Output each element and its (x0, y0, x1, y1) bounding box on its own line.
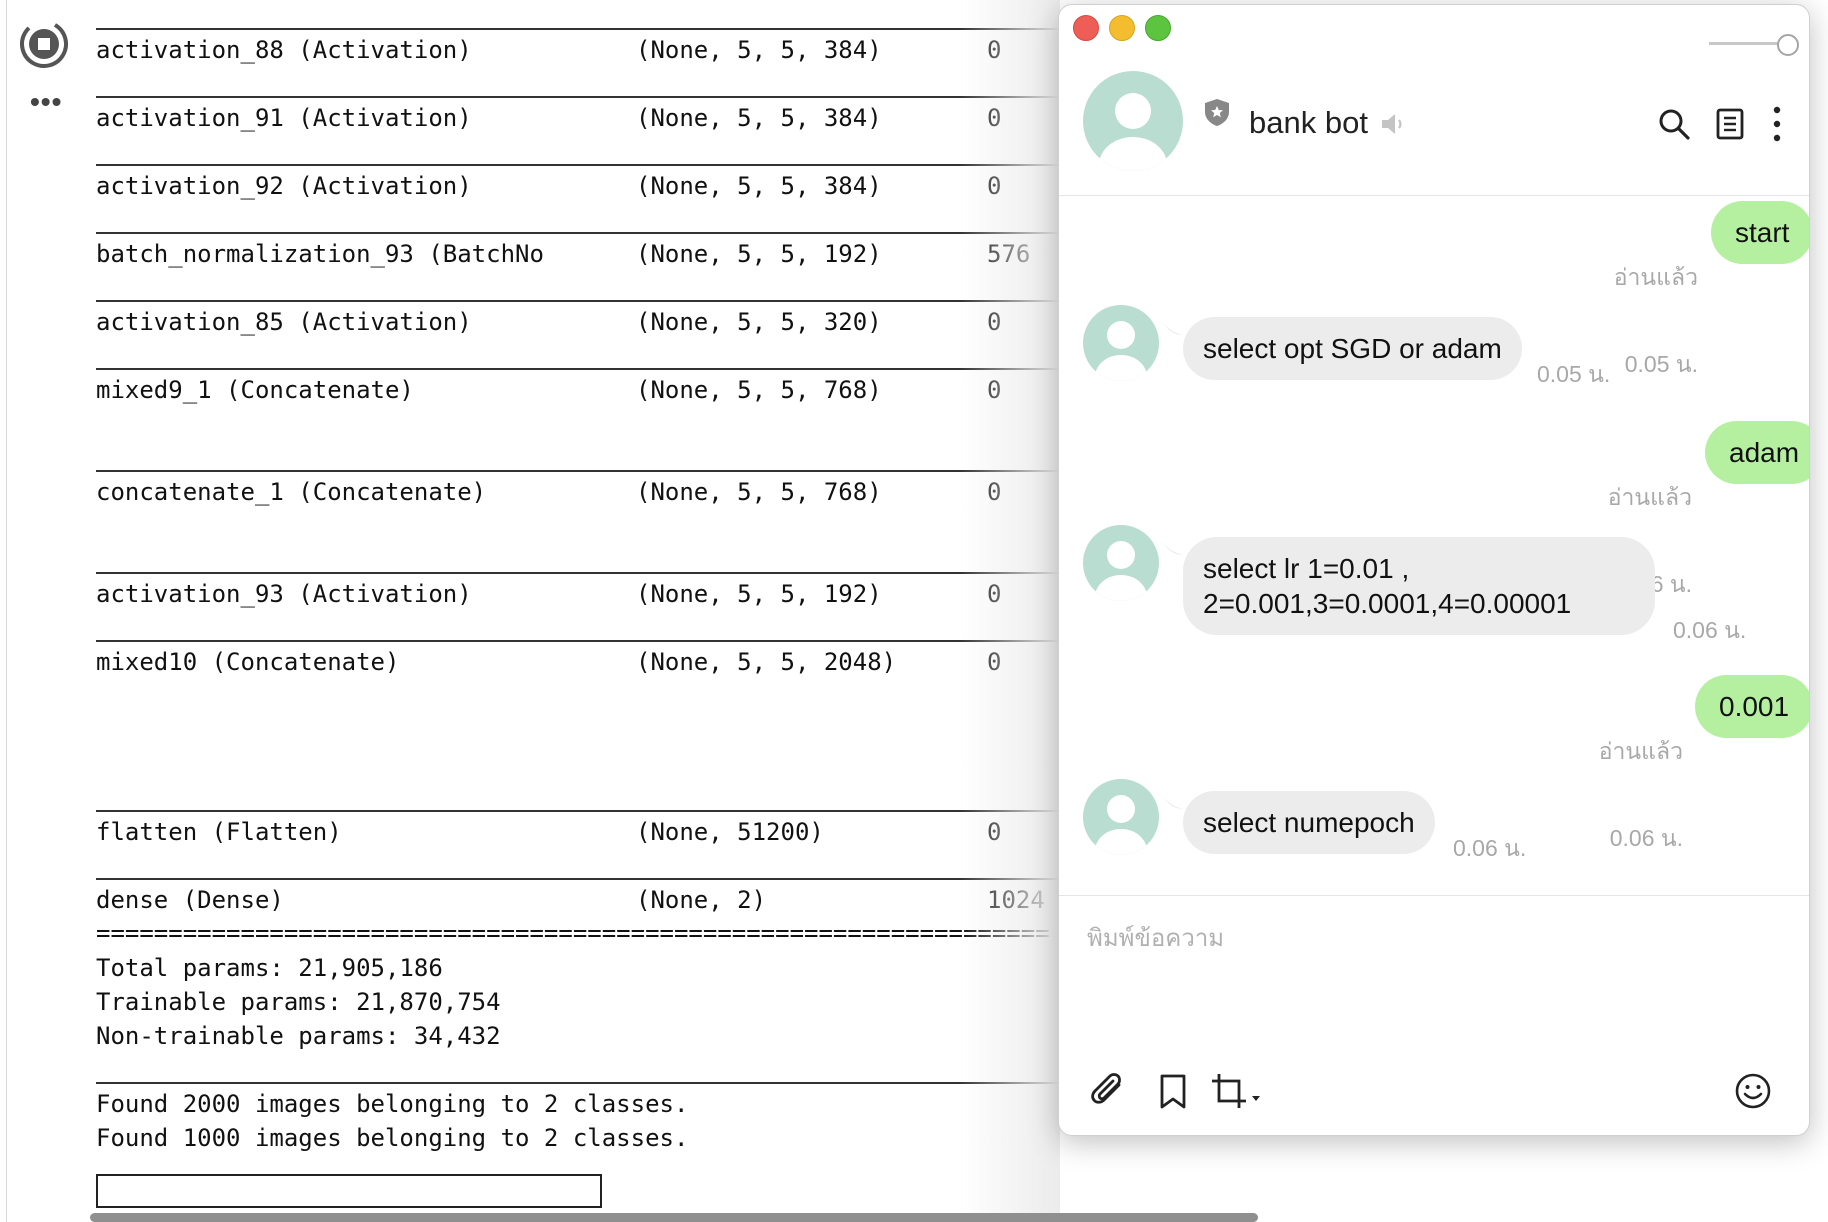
bubble-tail (1161, 539, 1183, 555)
table-row: activation_93 (Activation) (None, 5, 5, … (96, 577, 1001, 611)
table-row: activation_92 (Activation) (None, 5, 5, … (96, 169, 1001, 203)
read-receipt: อ่านแล้ว (1598, 738, 1683, 764)
layer-name: mixed9_1 (Concatenate) (96, 376, 414, 404)
table-row: mixed9_1 (Concatenate) (None, 5, 5, 768)… (96, 373, 1001, 407)
outgoing-message[interactable]: start (1711, 201, 1809, 264)
message-time: 0.06 น. (1673, 617, 1747, 643)
more-vertical-icon[interactable] (1771, 105, 1783, 143)
table-row: batch_normalization_93 (BatchNo (None, 5… (96, 237, 1030, 271)
table-row: flatten (Flatten) (None, 51200) 0 (96, 815, 1001, 849)
avatar[interactable] (1083, 779, 1159, 855)
layer-shape: (None, 5, 5, 768) (636, 478, 882, 506)
input-divider (1059, 895, 1809, 896)
table-divider (96, 572, 1060, 574)
speaker-icon[interactable] (1379, 111, 1407, 137)
shield-icon (1205, 99, 1229, 126)
layer-shape: (None, 5, 5, 2048) (636, 648, 897, 676)
table-divider (96, 96, 1060, 98)
layer-name: activation_93 (Activation) (96, 580, 472, 608)
layer-name: batch_normalization_93 (BatchNo (96, 240, 544, 268)
table-divider (96, 1082, 1060, 1084)
bookmark-icon[interactable] (1153, 1071, 1193, 1111)
search-icon[interactable] (1657, 107, 1691, 141)
layer-shape: (None, 51200) (636, 818, 824, 846)
incoming-message[interactable]: select opt SGD or adam (1183, 317, 1522, 380)
table-divider (96, 810, 1060, 812)
layer-shape: (None, 5, 5, 384) (636, 36, 882, 64)
ellipsis-icon[interactable]: ••• (30, 88, 62, 116)
layer-name: dense (Dense) (96, 886, 284, 914)
opacity-slider-knob[interactable] (1777, 34, 1799, 56)
paperclip-icon[interactable] (1089, 1071, 1129, 1111)
incoming-message[interactable]: select numepoch (1183, 791, 1435, 854)
read-receipt: อ่านแล้ว (1613, 264, 1698, 290)
bubble-tail (1775, 425, 1795, 441)
table-divider (96, 368, 1060, 370)
table-divider (96, 28, 1060, 30)
layer-shape: (None, 5, 5, 192) (636, 240, 882, 268)
cell-border (6, 0, 7, 1222)
read-receipt: อ่านแล้ว (1607, 484, 1692, 510)
incoming-message[interactable]: select lr 1=0.01 , 2=0.001,3=0.0001,4=0.… (1183, 537, 1655, 635)
stop-icon[interactable] (18, 18, 70, 70)
notebook-panel: ••• activation_88 (Activation) (None, 5,… (0, 0, 1060, 1222)
table-row: dense (Dense) (None, 2) 1024 (96, 883, 1045, 917)
chat-window: bank bot อ่านแล้ว 0.05 น. start select o… (1058, 4, 1810, 1136)
non-trainable-params: Non-trainable params: 34,432 (96, 1022, 501, 1050)
layer-name: activation_88 (Activation) (96, 36, 472, 64)
window-close-button[interactable] (1073, 15, 1099, 41)
table-divider (96, 878, 1060, 880)
found-val-text: Found 1000 images belonging to 2 classes… (96, 1124, 689, 1152)
message-meta: อ่านแล้ว 0.06 น. (1489, 679, 1683, 911)
chat-header: bank bot (1059, 61, 1809, 196)
chat-title: bank bot (1249, 105, 1368, 140)
table-divider (96, 164, 1060, 166)
layer-name: activation_91 (Activation) (96, 104, 472, 132)
table-row: concatenate_1 (Concatenate) (None, 5, 5,… (96, 475, 1001, 509)
equals-divider: ========================================… (96, 919, 1050, 947)
message-time: 0.06 น. (1453, 835, 1527, 861)
total-params: Total params: 21,905,186 (96, 954, 443, 982)
message-meta: อ่านแล้ว 0.05 น. (1506, 205, 1698, 437)
trainable-params: Trainable params: 21,870,754 (96, 988, 501, 1016)
window-maximize-button[interactable] (1145, 15, 1171, 41)
crop-icon[interactable] (1209, 1071, 1267, 1111)
table-row: activation_88 (Activation) (None, 5, 5, … (96, 33, 1001, 67)
layer-name: mixed10 (Concatenate) (96, 648, 400, 676)
avatar[interactable] (1083, 525, 1159, 601)
layer-shape: (None, 5, 5, 192) (636, 580, 882, 608)
opacity-slider-track[interactable] (1709, 42, 1783, 45)
layer-shape: (None, 5, 5, 320) (636, 308, 882, 336)
table-divider (96, 470, 1060, 472)
avatar[interactable] (1083, 305, 1159, 381)
layer-name: activation_92 (Activation) (96, 172, 472, 200)
notes-icon[interactable] (1715, 107, 1745, 141)
bubble-tail (1775, 205, 1795, 221)
bubble-tail (1161, 793, 1183, 809)
layer-shape: (None, 5, 5, 768) (636, 376, 882, 404)
layer-shape: (None, 2) (636, 886, 767, 914)
layer-shape: (None, 5, 5, 384) (636, 172, 882, 200)
table-divider (96, 300, 1060, 302)
emoji-icon[interactable] (1733, 1071, 1773, 1111)
found-train-text: Found 2000 images belonging to 2 classes… (96, 1090, 689, 1118)
avatar[interactable] (1083, 71, 1183, 171)
bubble-tail (1775, 679, 1795, 695)
progress-bar (96, 1174, 602, 1208)
window-minimize-button[interactable] (1109, 15, 1135, 41)
table-row: activation_85 (Activation) (None, 5, 5, … (96, 305, 1001, 339)
message-time: 0.05 น. (1537, 361, 1611, 387)
bubble-tail (1161, 319, 1183, 335)
horizontal-scrollbar[interactable] (90, 1213, 1258, 1222)
table-row: activation_91 (Activation) (None, 5, 5, … (96, 101, 1001, 135)
layer-name: flatten (Flatten) (96, 818, 342, 846)
message-input[interactable] (1085, 917, 1789, 959)
table-divider (96, 232, 1060, 234)
table-row: mixed10 (Concatenate) (None, 5, 5, 2048)… (96, 645, 1001, 679)
shadow-overlay (960, 0, 1060, 1222)
layer-name: concatenate_1 (Concatenate) (96, 478, 487, 506)
table-divider (96, 640, 1060, 642)
layer-shape: (None, 5, 5, 384) (636, 104, 882, 132)
layer-name: activation_85 (Activation) (96, 308, 472, 336)
